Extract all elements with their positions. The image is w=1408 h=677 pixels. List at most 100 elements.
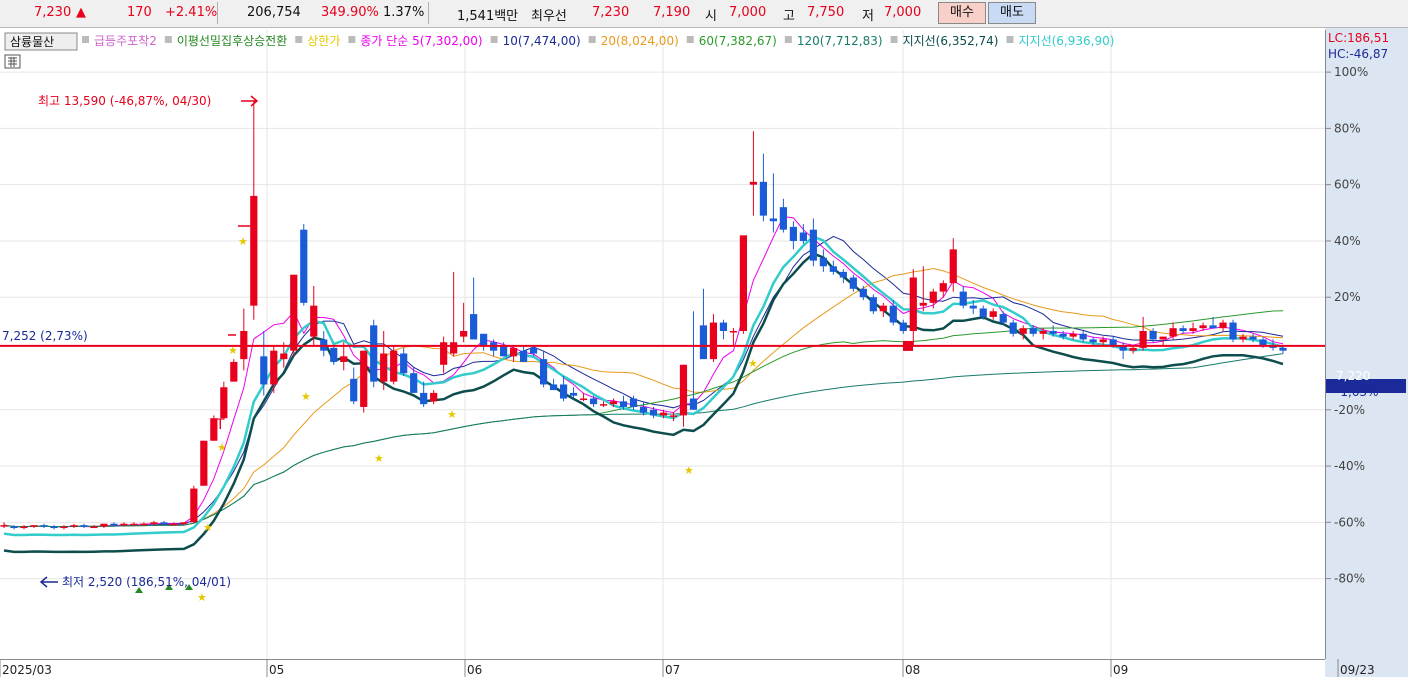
candle-body bbox=[200, 440, 208, 486]
x-tick-label: 06 bbox=[467, 663, 482, 677]
legend-toggle-icon[interactable] bbox=[588, 36, 596, 43]
candle bbox=[320, 330, 328, 357]
candle-body bbox=[1239, 336, 1247, 340]
sell-button[interactable]: 매도 bbox=[988, 2, 1036, 24]
y-tick-label: 60% bbox=[1334, 178, 1361, 192]
candle bbox=[250, 100, 258, 320]
legend-item[interactable]: 상한가 bbox=[307, 34, 340, 48]
candle-body bbox=[80, 525, 88, 527]
candle-body bbox=[999, 314, 1007, 323]
priority-label: 최우선 bbox=[531, 9, 567, 24]
legend-toggle-icon[interactable] bbox=[348, 36, 356, 43]
candle-body bbox=[869, 297, 877, 312]
legend-toggle-icon[interactable] bbox=[686, 36, 694, 43]
candle-body bbox=[430, 392, 438, 402]
candle-body bbox=[400, 353, 408, 374]
legend-toggle-icon[interactable] bbox=[784, 36, 792, 43]
candle-body bbox=[1089, 339, 1097, 343]
candle bbox=[839, 269, 847, 284]
candle bbox=[789, 221, 797, 250]
legend-toggle-icon[interactable] bbox=[890, 36, 898, 43]
legend-item[interactable]: 지지선(6,936,90) bbox=[1018, 34, 1114, 48]
buy-button[interactable]: 매수 bbox=[938, 2, 986, 24]
candle bbox=[50, 525, 58, 530]
candle bbox=[470, 277, 478, 340]
legend-toggle-icon[interactable] bbox=[82, 36, 89, 43]
candle-body bbox=[30, 525, 38, 527]
candle-body bbox=[749, 181, 758, 185]
candle bbox=[739, 235, 748, 334]
legend-item[interactable]: 종가 단순 5(7,302,00) bbox=[360, 34, 482, 48]
candle bbox=[220, 381, 228, 419]
signal-star-icon: ★ bbox=[748, 357, 758, 370]
high-label: 고 bbox=[783, 9, 795, 24]
candle-body bbox=[669, 415, 678, 417]
up-arrow-icon: ▲ bbox=[76, 5, 86, 20]
candle-body bbox=[60, 526, 68, 529]
low-annotation: 최저 2,520 (186,51%, 04/01) bbox=[62, 575, 231, 589]
legend-toggle-icon[interactable] bbox=[1006, 36, 1014, 43]
candle bbox=[460, 302, 468, 343]
candle-body bbox=[1189, 328, 1197, 331]
x-tick-label: 09/23 bbox=[1340, 663, 1375, 677]
candle bbox=[500, 342, 508, 357]
candle-body bbox=[529, 347, 538, 354]
candle-body bbox=[300, 229, 308, 303]
candle bbox=[1179, 325, 1187, 334]
signal-star-icon: ★ bbox=[203, 521, 213, 534]
candle-body bbox=[130, 523, 138, 526]
candle bbox=[679, 364, 688, 427]
legend-item[interactable]: 급등주포착2 bbox=[94, 34, 157, 48]
candle-body bbox=[819, 257, 827, 267]
candle bbox=[909, 269, 917, 346]
candle-body bbox=[1029, 328, 1037, 334]
candle-body bbox=[1209, 325, 1217, 329]
candle bbox=[30, 525, 38, 528]
legend-toggle-icon[interactable] bbox=[164, 36, 172, 43]
reference-marker bbox=[903, 340, 913, 351]
candle bbox=[310, 285, 318, 346]
candle-body bbox=[579, 398, 588, 401]
candle-body bbox=[260, 356, 268, 385]
legend-item[interactable]: 20(8,024,00) bbox=[601, 34, 679, 48]
candle bbox=[190, 485, 198, 523]
candle-body bbox=[649, 409, 658, 416]
candle-body bbox=[539, 359, 548, 385]
legend-item[interactable]: 지지선(6,352,74) bbox=[903, 34, 999, 48]
signal-star-icon: ★ bbox=[217, 441, 227, 454]
legend-item[interactable]: 60(7,382,67) bbox=[699, 34, 777, 48]
candle-body bbox=[519, 350, 528, 362]
candle bbox=[1169, 322, 1177, 340]
ma20-line bbox=[3, 267, 1284, 528]
candle bbox=[809, 218, 817, 267]
candle bbox=[300, 224, 308, 306]
y-tick-label: 40% bbox=[1334, 234, 1361, 248]
signal-star-icon: ★ bbox=[197, 591, 207, 604]
stock-chart[interactable]: 100% 80% 60% 40% 20% -20% -40% -60% -80% 2025/03 0… bbox=[0, 28, 1408, 677]
candle-body bbox=[1179, 328, 1187, 331]
stock-name-label[interactable]: 삼륭물산 bbox=[10, 35, 54, 49]
legend-item[interactable]: 10(7,474,00) bbox=[503, 34, 581, 48]
legend-toggle-icon[interactable] bbox=[490, 36, 498, 43]
candle bbox=[549, 378, 558, 391]
candle bbox=[370, 319, 378, 388]
candle-body bbox=[909, 277, 917, 331]
candle-body bbox=[1049, 330, 1057, 334]
candle-body bbox=[100, 523, 108, 527]
ask-price: 7,230 bbox=[592, 5, 630, 20]
signal-star-icon: ★ bbox=[238, 235, 248, 248]
candle-body bbox=[1059, 333, 1067, 337]
candle-body bbox=[659, 412, 668, 416]
candle-body bbox=[0, 525, 8, 527]
candle bbox=[919, 266, 927, 312]
candle-body bbox=[110, 523, 118, 526]
candle bbox=[899, 319, 907, 334]
candle-body bbox=[859, 288, 867, 298]
legend-item[interactable]: 120(7,712,83) bbox=[797, 34, 883, 48]
legend-toggle-icon[interactable] bbox=[295, 36, 303, 43]
current-change-axis: -1,63% bbox=[1336, 385, 1378, 399]
candle-body bbox=[709, 322, 718, 360]
candle-body bbox=[310, 305, 318, 337]
legend-item[interactable]: 이평선밀집후상승전환 bbox=[177, 34, 287, 48]
candle-body bbox=[50, 526, 58, 529]
